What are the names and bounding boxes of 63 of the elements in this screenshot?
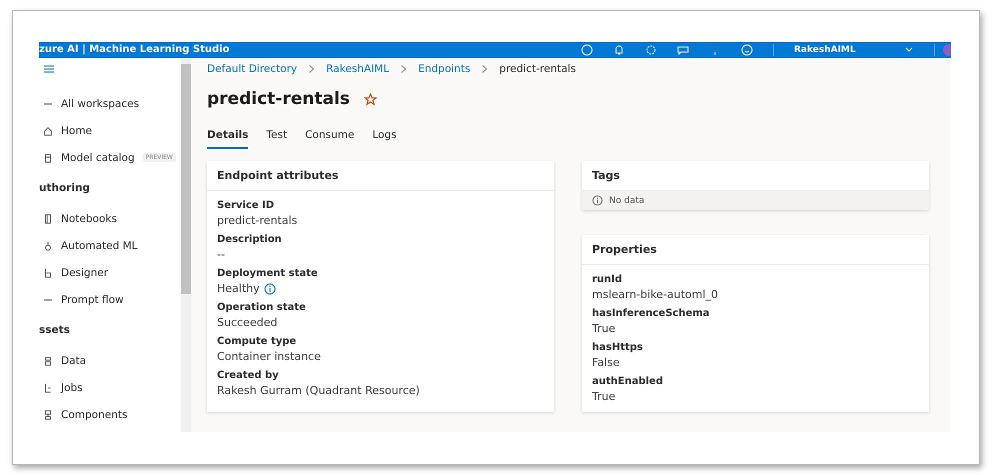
- field-value: predict-rentals: [217, 214, 298, 227]
- field-value: --: [217, 248, 225, 261]
- field-value: True: [592, 390, 616, 403]
- account-name[interactable]: RakeshAIML: [794, 44, 884, 56]
- bell-icon[interactable]: [613, 44, 625, 56]
- components-icon: [43, 408, 53, 420]
- nav-item[interactable]: Designer: [43, 259, 181, 286]
- menu-icon[interactable]: [43, 64, 55, 74]
- home-icon: [43, 124, 53, 136]
- breadcrumb-current: predict-rentals: [499, 63, 576, 75]
- page-title: predict-rentals: [207, 89, 350, 109]
- field-value: Succeeded: [217, 316, 278, 329]
- field-label: Compute type: [217, 336, 298, 347]
- breadcrumb-link[interactable]: Endpoints: [418, 63, 470, 75]
- field-label: authEnabled: [592, 376, 664, 387]
- nav-item[interactable]: Home: [43, 117, 181, 144]
- dash-icon: [43, 102, 53, 104]
- card-title: Endpoint attributes: [207, 161, 554, 191]
- chevron-right-icon: [401, 65, 406, 73]
- field-label: runId: [592, 274, 624, 285]
- field-value: True: [592, 322, 616, 335]
- field-label: Created by: [217, 370, 280, 381]
- field-value: False: [592, 356, 620, 369]
- smiley-icon[interactable]: [741, 44, 753, 56]
- nav-item[interactable]: Jobs: [43, 374, 181, 401]
- section-heading: uthoring: [39, 181, 91, 196]
- chevron-right-icon: [309, 65, 314, 73]
- field-value: Healthy: [217, 282, 260, 295]
- nav-item[interactable]: Prompt flow: [43, 286, 181, 313]
- nav-item[interactable]: Notebooks: [43, 205, 181, 232]
- card-title: Properties: [582, 235, 929, 265]
- breadcrumb-link[interactable]: RakeshAIML: [326, 63, 390, 75]
- dash-icon: [43, 298, 53, 300]
- field-label: Operation state: [217, 302, 307, 313]
- jobs-icon: [43, 382, 53, 394]
- tab[interactable]: Test: [266, 129, 288, 149]
- nav-item[interactable]: Data: [43, 347, 181, 374]
- nav-item[interactable]: Components: [43, 401, 181, 428]
- breadcrumb-link[interactable]: Default Directory: [207, 63, 298, 75]
- info-icon[interactable]: [264, 282, 276, 294]
- empty-message: No data: [609, 196, 644, 206]
- tab[interactable]: Details: [207, 129, 248, 149]
- section-heading: ssets: [39, 323, 71, 338]
- nav-item[interactable]: All workspaces: [43, 90, 181, 117]
- chat-icon[interactable]: [677, 44, 689, 56]
- field-value: mslearn-bike-automl_0: [592, 288, 718, 301]
- scrollbar[interactable]: [181, 58, 191, 432]
- field-value: Rakesh Gurram (Quadrant Resource): [217, 384, 420, 397]
- field-label: Description: [217, 234, 283, 245]
- chevron-right-icon: [482, 65, 488, 73]
- notebook-icon: [43, 212, 53, 224]
- field-value: Container instance: [217, 350, 321, 363]
- info-icon: [592, 195, 603, 206]
- app-title: zure AI | Machine Learning Studio: [39, 43, 230, 57]
- nav-item[interactable]: Automated ML: [43, 232, 181, 259]
- field-label: Service ID: [217, 200, 276, 211]
- tab[interactable]: Logs: [372, 129, 397, 149]
- star-icon[interactable]: [364, 92, 377, 106]
- data-icon: [43, 354, 53, 366]
- field-label: hasHttps: [592, 342, 644, 353]
- tab[interactable]: Consume: [305, 129, 354, 149]
- field-label: hasInferenceSchema: [592, 308, 711, 319]
- field-label: Deployment state: [217, 268, 319, 279]
